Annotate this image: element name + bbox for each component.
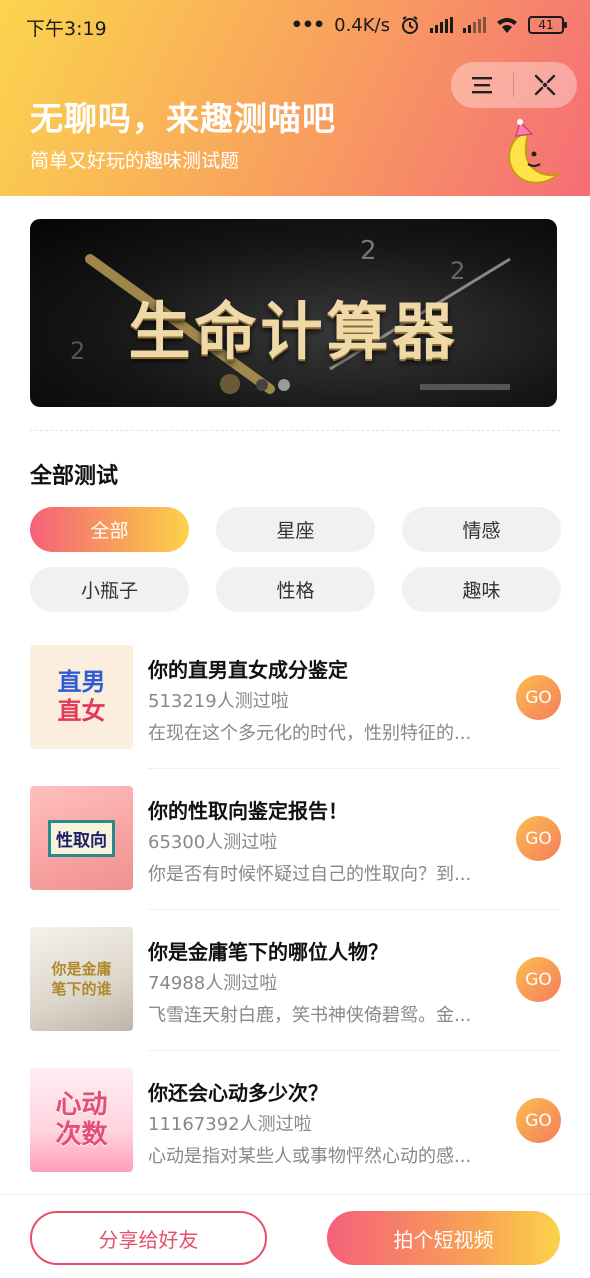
menu-icon: [472, 77, 492, 94]
thumbnail-text: 直女: [57, 697, 106, 725]
test-count: 74988人测过啦: [148, 973, 278, 994]
close-target-icon: [534, 74, 556, 96]
share-button[interactable]: 分享给好友: [30, 1211, 267, 1265]
section-title: 全部测试: [30, 464, 119, 489]
wifi-icon: [497, 18, 517, 33]
go-button[interactable]: GO: [516, 675, 561, 720]
category-chip-bottle[interactable]: 小瓶子: [30, 567, 189, 612]
carousel-indicator: [256, 379, 290, 391]
more-dots-icon: •••: [290, 14, 325, 36]
test-count: 11167392人测过啦: [148, 1114, 312, 1135]
category-chip-emotion[interactable]: 情感: [402, 507, 561, 552]
status-bar: 下午3:19 ••• 0.4K/s 41: [0, 0, 590, 52]
category-chip-all[interactable]: 全部: [30, 507, 189, 552]
item-divider: [148, 1050, 560, 1051]
test-thumbnail: 直男 直女: [30, 645, 133, 749]
item-divider: [148, 909, 560, 910]
category-filter: 全部 星座 情感 小瓶子 性格 趣味: [30, 507, 561, 612]
test-item[interactable]: 你是金庸 笔下的谁 你是金庸笔下的哪位人物？ 74988人测过啦 飞雪连天射白鹿…: [30, 927, 561, 1068]
battery-icon: 41: [528, 16, 567, 34]
test-item[interactable]: 性取向 你的性取向鉴定报告！ 65300人测过啦 你是否有时候怀疑过自己的性取向…: [30, 786, 561, 927]
status-icons: ••• 0.4K/s 41: [290, 14, 567, 36]
test-thumbnail: 性取向: [30, 786, 133, 890]
test-title: 你的性取向鉴定报告！: [148, 799, 348, 823]
close-button[interactable]: [514, 62, 576, 108]
bottom-action-bar: 分享给好友 拍个短视频: [0, 1194, 590, 1278]
banner-title: 生命计算器: [128, 295, 459, 368]
signal-icon-2: [463, 17, 486, 33]
mini-program-capsule: [451, 62, 577, 108]
status-time: 下午3:19: [26, 18, 107, 40]
thumbnail-text: 笔下的谁: [51, 980, 112, 998]
thumbnail-text: 性取向: [48, 819, 115, 857]
go-button[interactable]: GO: [516, 1098, 561, 1143]
go-button[interactable]: GO: [516, 957, 561, 1002]
go-button[interactable]: GO: [516, 816, 561, 861]
test-count: 513219人测过啦: [148, 691, 289, 712]
svg-text:2: 2: [360, 236, 377, 266]
test-title: 你还会心动多少次？: [148, 1081, 328, 1105]
alarm-icon: [402, 16, 418, 34]
test-title: 你是金庸笔下的哪位人物？: [148, 940, 388, 964]
item-divider: [148, 768, 560, 769]
test-thumbnail: 心动 次数: [30, 1068, 133, 1172]
network-speed: 0.4K/s: [334, 14, 390, 36]
test-description: 在现在这个多元化的时代，性别特征的...: [148, 723, 472, 744]
carousel-dot[interactable]: [256, 379, 268, 391]
banner-carousel[interactable]: 2 2 2 生命计算器: [30, 219, 557, 407]
test-list: 直男 直女 你的直男直女成分鉴定 513219人测过啦 在现在这个多元化的时代，…: [30, 645, 561, 1209]
test-item[interactable]: 心动 次数 你还会心动多少次？ 11167392人测过啦 心动是指对某些人或事物…: [30, 1068, 561, 1209]
moon-mascot-icon: [508, 119, 562, 184]
category-chip-personality[interactable]: 性格: [216, 567, 375, 612]
thumbnail-text: 心动: [55, 1090, 108, 1120]
category-chip-fun[interactable]: 趣味: [402, 567, 561, 612]
header: 下午3:19 ••• 0.4K/s 41 无聊吗，来趣测喵吧 简单又好玩的趣味测…: [0, 0, 590, 196]
thumbnail-text: 你是金庸: [51, 960, 112, 978]
test-item[interactable]: 直男 直女 你的直男直女成分鉴定 513219人测过啦 在现在这个多元化的时代，…: [30, 645, 561, 786]
signal-icon-1: [430, 17, 453, 33]
test-description: 你是否有时候怀疑过自己的性取向？到...: [148, 864, 472, 885]
thumbnail-text: 次数: [55, 1120, 108, 1150]
section-divider: [30, 430, 560, 431]
carousel-dot-active[interactable]: [278, 379, 290, 391]
test-description: 心动是指对某些人或事物怦然心动的感...: [148, 1146, 472, 1167]
short-video-button[interactable]: 拍个短视频: [327, 1211, 560, 1265]
test-thumbnail: 你是金庸 笔下的谁: [30, 927, 133, 1031]
page-title: 无聊吗，来趣测喵吧: [30, 99, 336, 138]
page-subtitle: 简单又好玩的趣味测试题: [30, 150, 240, 172]
test-title: 你的直男直女成分鉴定: [148, 658, 348, 682]
category-chip-constellation[interactable]: 星座: [216, 507, 375, 552]
test-description: 飞雪连天射白鹿，笑书神侠倚碧鸳。金...: [148, 1005, 472, 1026]
thumbnail-text: 直男: [57, 668, 106, 696]
menu-button[interactable]: [451, 62, 513, 108]
test-count: 65300人测过啦: [148, 832, 278, 853]
